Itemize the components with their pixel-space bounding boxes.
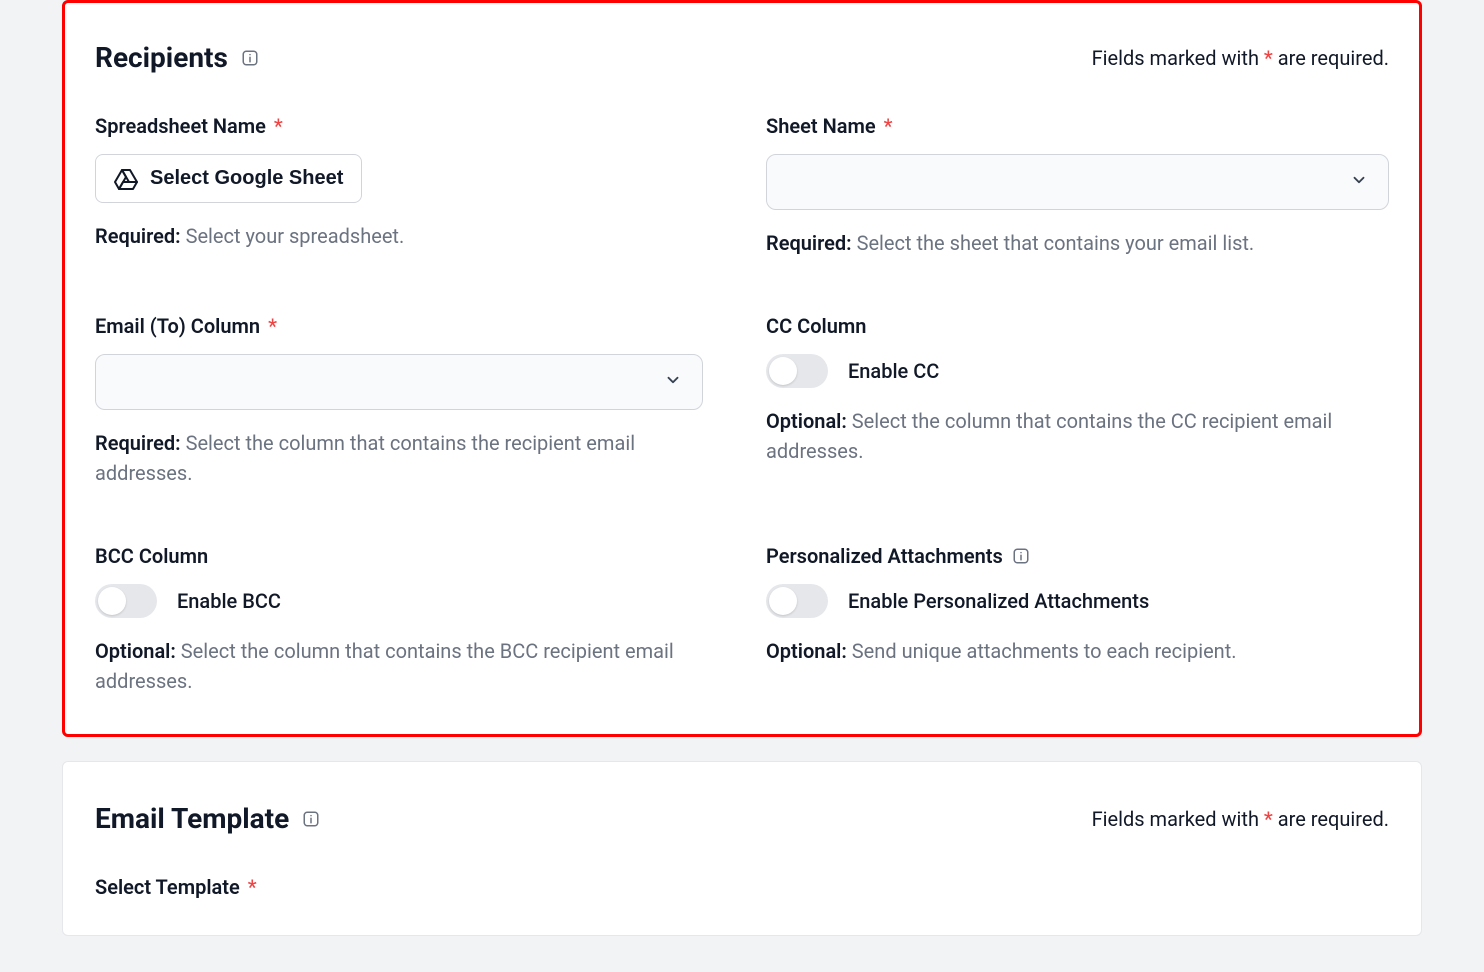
email-template-card: Email Template Fields marked with * are … xyxy=(62,761,1422,936)
bcc-toggle-row: Enable BCC xyxy=(95,584,718,618)
sheet-name-field: Sheet Name * Required: Select the sheet … xyxy=(766,114,1389,258)
asterisk: * xyxy=(248,875,257,899)
help-prefix: Optional: xyxy=(766,639,847,663)
spreadsheet-name-help: Required: Select your spreadsheet. xyxy=(95,221,718,251)
help-prefix: Optional: xyxy=(766,409,847,433)
sheet-name-label-text: Sheet Name xyxy=(766,114,876,138)
recipients-header: Recipients Fields marked with * are requ… xyxy=(95,41,1389,74)
asterisk: * xyxy=(1264,807,1273,831)
recipients-grid: Spreadsheet Name * Select Google Sheet R… xyxy=(95,114,1389,696)
select-google-sheet-label: Select Google Sheet xyxy=(150,167,343,190)
asterisk: * xyxy=(268,314,277,338)
required-note-suffix: are required. xyxy=(1273,46,1389,70)
help-prefix: Required: xyxy=(766,231,852,255)
email-to-help: Required: Select the column that contain… xyxy=(95,428,718,488)
help-text: Select the column that contains the CC r… xyxy=(766,409,1332,463)
attachments-label: Personalized Attachments xyxy=(766,544,1389,568)
email-template-title-text: Email Template xyxy=(95,802,289,835)
asterisk: * xyxy=(274,114,283,138)
asterisk: * xyxy=(884,114,893,138)
help-text: Select the sheet that contains your emai… xyxy=(852,231,1255,255)
bcc-label: BCC Column xyxy=(95,544,718,568)
enable-bcc-label: Enable BCC xyxy=(177,589,281,613)
spreadsheet-name-field: Spreadsheet Name * Select Google Sheet R… xyxy=(95,114,718,258)
help-prefix: Required: xyxy=(95,224,181,248)
required-note: Fields marked with * are required. xyxy=(1092,807,1389,831)
spreadsheet-name-label-text: Spreadsheet Name xyxy=(95,114,266,138)
enable-cc-label: Enable CC xyxy=(848,359,939,383)
enable-attachments-toggle[interactable] xyxy=(766,584,828,618)
required-note: Fields marked with * are required. xyxy=(1092,46,1389,70)
bcc-help: Optional: Select the column that contain… xyxy=(95,636,718,696)
recipients-title: Recipients xyxy=(95,41,260,74)
recipients-card: Recipients Fields marked with * are requ… xyxy=(62,0,1422,737)
help-text: Send unique attachments to each recipien… xyxy=(847,639,1237,663)
select-google-sheet-button[interactable]: Select Google Sheet xyxy=(95,154,362,203)
email-to-label: Email (To) Column * xyxy=(95,314,718,338)
sheet-name-label: Sheet Name * xyxy=(766,114,1389,138)
info-icon[interactable] xyxy=(1011,546,1031,566)
attachments-label-text: Personalized Attachments xyxy=(766,544,1003,568)
cc-help: Optional: Select the column that contain… xyxy=(766,406,1389,466)
info-icon[interactable] xyxy=(240,48,260,68)
spreadsheet-name-label: Spreadsheet Name * xyxy=(95,114,718,138)
bcc-field: BCC Column Enable BCC Optional: Select t… xyxy=(95,544,718,696)
bcc-label-text: BCC Column xyxy=(95,544,208,568)
enable-bcc-toggle[interactable] xyxy=(95,584,157,618)
cc-label-text: CC Column xyxy=(766,314,866,338)
sheet-name-dropdown[interactable] xyxy=(766,154,1389,210)
help-prefix: Required: xyxy=(95,431,181,455)
info-icon[interactable] xyxy=(301,809,321,829)
email-to-dropdown[interactable] xyxy=(95,354,703,410)
email-to-label-text: Email (To) Column xyxy=(95,314,260,338)
help-text: Select your spreadsheet. xyxy=(181,224,405,248)
help-text: Select the column that contains the BCC … xyxy=(95,639,674,693)
cc-label: CC Column xyxy=(766,314,1389,338)
chevron-down-icon xyxy=(664,371,682,393)
enable-attachments-label: Enable Personalized Attachments xyxy=(848,589,1149,613)
required-note-prefix: Fields marked with xyxy=(1092,46,1264,70)
enable-cc-toggle[interactable] xyxy=(766,354,828,388)
required-note-prefix: Fields marked with xyxy=(1092,807,1264,831)
email-template-title: Email Template xyxy=(95,802,321,835)
attachments-toggle-row: Enable Personalized Attachments xyxy=(766,584,1389,618)
select-template-label: Select Template * xyxy=(95,875,1389,899)
recipients-title-text: Recipients xyxy=(95,41,228,74)
toggle-knob xyxy=(98,587,126,615)
required-note-suffix: are required. xyxy=(1273,807,1389,831)
help-prefix: Optional: xyxy=(95,639,176,663)
asterisk: * xyxy=(1264,46,1273,70)
google-drive-icon xyxy=(114,168,138,190)
select-template-label-text: Select Template xyxy=(95,875,240,899)
select-template-field: Select Template * xyxy=(95,875,1389,899)
toggle-knob xyxy=(769,587,797,615)
sheet-name-help: Required: Select the sheet that contains… xyxy=(766,228,1389,258)
attachments-help: Optional: Send unique attachments to eac… xyxy=(766,636,1389,666)
attachments-field: Personalized Attachments Enable Personal… xyxy=(766,544,1389,696)
email-template-header: Email Template Fields marked with * are … xyxy=(95,802,1389,835)
chevron-down-icon xyxy=(1350,171,1368,193)
cc-toggle-row: Enable CC xyxy=(766,354,1389,388)
email-to-field: Email (To) Column * Required: Select the… xyxy=(95,314,718,488)
toggle-knob xyxy=(769,357,797,385)
cc-field: CC Column Enable CC Optional: Select the… xyxy=(766,314,1389,488)
